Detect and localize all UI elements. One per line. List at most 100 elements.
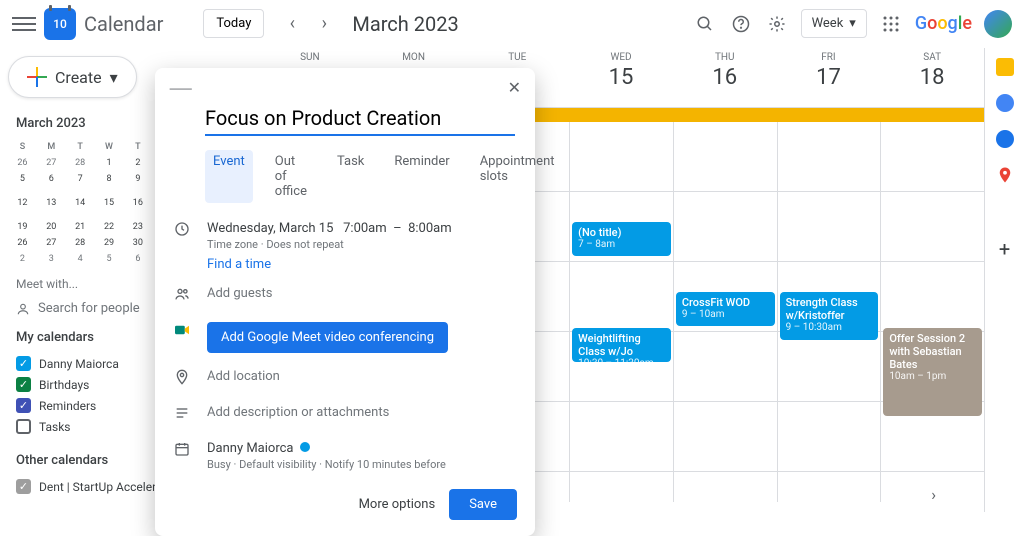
checkbox[interactable]	[16, 419, 31, 434]
mini-date[interactable]: 26	[8, 155, 37, 171]
add-meet-button[interactable]: Add Google Meet video conferencing	[207, 322, 448, 353]
checkbox[interactable]	[16, 479, 31, 494]
person-icon	[16, 302, 30, 316]
today-button[interactable]: Today	[203, 9, 264, 38]
mini-date[interactable]: 6	[123, 251, 152, 267]
mini-date[interactable]: 9	[123, 171, 152, 195]
find-time-link[interactable]: Find a time	[207, 257, 535, 272]
mini-date[interactable]: 21	[66, 219, 95, 235]
day-column[interactable]: Strength Class w/Kristoffer9 – 10:30am	[777, 122, 881, 502]
mini-date[interactable]: 8	[95, 171, 124, 195]
mini-date[interactable]: 5	[95, 251, 124, 267]
mini-date[interactable]: 30	[123, 235, 152, 251]
mini-date[interactable]: 2	[8, 251, 37, 267]
search-icon[interactable]	[693, 12, 717, 36]
event-time-row[interactable]: Wednesday, March 15 7:00am – 8:00am Time…	[207, 221, 517, 251]
tab-reminder[interactable]: Reminder	[386, 150, 457, 203]
calendar-color-dot	[300, 442, 310, 452]
mini-date[interactable]: 27	[37, 155, 66, 171]
month-title: March 2023	[352, 12, 458, 36]
side-panel: +	[984, 48, 1024, 512]
mini-date[interactable]: 3	[37, 251, 66, 267]
drag-handle-icon[interactable]: ⸺	[169, 78, 192, 98]
tab-appointment-slots[interactable]: Appointment slots	[472, 150, 563, 203]
plus-icon	[27, 67, 47, 87]
keep-icon[interactable]	[996, 58, 1014, 76]
calendar-event[interactable]: Strength Class w/Kristoffer9 – 10:30am	[780, 292, 879, 340]
mini-date[interactable]: 28	[66, 155, 95, 171]
next-week-button[interactable]: ›	[308, 8, 340, 40]
mini-calendar-title: March 2023	[16, 116, 86, 131]
apps-icon[interactable]	[879, 12, 903, 36]
mini-date[interactable]: 16	[123, 195, 152, 219]
add-guests-input[interactable]: Add guests	[207, 286, 517, 301]
mini-date[interactable]: 12	[8, 195, 37, 219]
add-location-input[interactable]: Add location	[207, 369, 517, 384]
mini-date[interactable]: 6	[37, 171, 66, 195]
more-options-button[interactable]: More options	[359, 497, 436, 512]
close-icon[interactable]: ✕	[508, 78, 521, 98]
mini-date[interactable]: 20	[37, 219, 66, 235]
description-icon	[173, 405, 191, 425]
view-selector[interactable]: Week▾	[801, 9, 867, 38]
checkbox[interactable]	[16, 356, 31, 371]
maps-icon[interactable]	[996, 166, 1014, 184]
calendar-small-icon	[173, 441, 191, 461]
day-column[interactable]: (No title)7 – 8am Weightlifting Class w/J…	[569, 122, 673, 502]
day-header[interactable]: SAT18	[880, 48, 984, 107]
tab-task[interactable]: Task	[329, 150, 372, 203]
mini-date[interactable]: 28	[66, 235, 95, 251]
calendar-event[interactable]: CrossFit WOD9 – 10am	[676, 292, 775, 326]
prev-week-button[interactable]: ‹	[276, 8, 308, 40]
gear-icon[interactable]	[765, 12, 789, 36]
create-event-dialog: ⸺ ✕ EventOut of officeTaskReminderAppoin…	[155, 68, 535, 536]
day-header[interactable]: THU16	[673, 48, 777, 107]
mini-date[interactable]: 15	[95, 195, 124, 219]
day-column[interactable]: CrossFit WOD9 – 10am	[673, 122, 777, 502]
day-header[interactable]: FRI17	[777, 48, 881, 107]
mini-date[interactable]: 23	[123, 219, 152, 235]
create-button[interactable]: Create ▾	[8, 56, 137, 98]
mini-date[interactable]: 13	[37, 195, 66, 219]
calendar-event[interactable]: Offer Session 2 with Sebastian Bates10am…	[883, 328, 982, 416]
mini-date[interactable]: 22	[95, 219, 124, 235]
tasks-icon[interactable]	[996, 94, 1014, 112]
checkbox[interactable]	[16, 377, 31, 392]
save-button[interactable]: Save	[449, 489, 517, 520]
mini-date[interactable]: 29	[95, 235, 124, 251]
mini-date[interactable]: 27	[37, 235, 66, 251]
google-logo: Google	[915, 13, 972, 34]
meet-icon	[173, 322, 191, 341]
calendar-event[interactable]: (No title)7 – 8am	[572, 222, 671, 256]
mini-date[interactable]: 7	[66, 171, 95, 195]
mini-date[interactable]: 2	[123, 155, 152, 171]
tab-event[interactable]: Event	[205, 150, 253, 203]
mini-date[interactable]: 5	[8, 171, 37, 195]
mini-dow: T	[66, 139, 95, 155]
avatar[interactable]	[984, 10, 1012, 38]
chevron-down-icon: ▾	[849, 16, 856, 31]
mini-date[interactable]: 14	[66, 195, 95, 219]
mini-date[interactable]: 26	[8, 235, 37, 251]
tab-out-of-office[interactable]: Out of office	[267, 150, 315, 203]
location-icon	[173, 369, 191, 389]
mini-date[interactable]: 1	[95, 155, 124, 171]
people-icon	[173, 286, 191, 306]
chevron-down-icon: ▾	[110, 68, 118, 87]
contacts-icon[interactable]	[996, 130, 1014, 148]
expand-side-panel-button[interactable]: ›	[931, 485, 936, 504]
mini-date[interactable]: 4	[66, 251, 95, 267]
add-description-input[interactable]: Add description or attachments	[207, 405, 517, 420]
menu-icon[interactable]	[12, 12, 36, 36]
clock-icon	[173, 221, 191, 241]
mini-dow: T	[123, 139, 152, 155]
add-addon-icon[interactable]: +	[996, 240, 1014, 258]
mini-date[interactable]: 19	[8, 219, 37, 235]
help-icon[interactable]	[729, 12, 753, 36]
event-owner-row[interactable]: Danny Maiorca Busy · Default visibility …	[207, 441, 517, 471]
day-column[interactable]: Offer Session 2 with Sebastian Bates10am…	[880, 122, 984, 502]
event-title-input[interactable]	[205, 102, 515, 136]
calendar-event[interactable]: Weightlifting Class w/Jo10:30 – 11:30am	[572, 328, 671, 362]
checkbox[interactable]	[16, 398, 31, 413]
day-header[interactable]: WED15	[569, 48, 673, 107]
